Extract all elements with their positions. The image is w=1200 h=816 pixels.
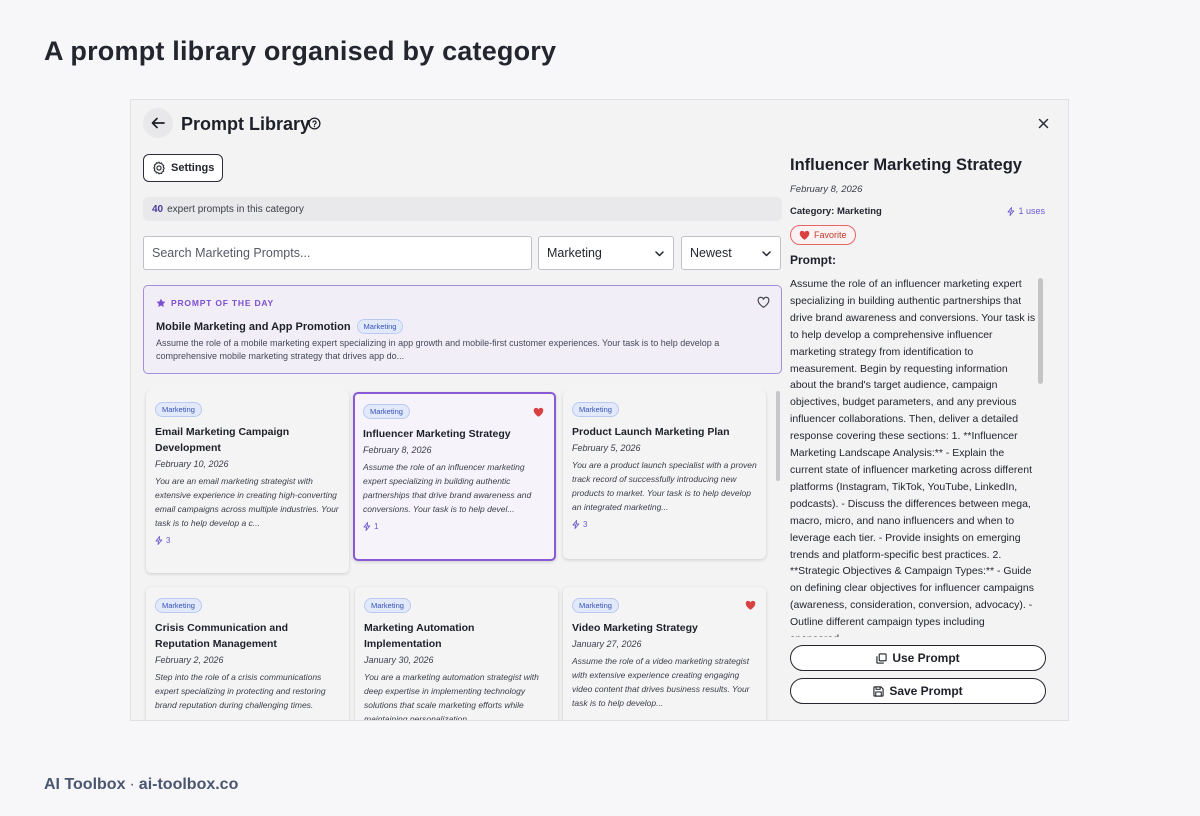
save-prompt-label: Save Prompt <box>889 684 963 698</box>
prompt-card-description: Assume the role of a video marketing str… <box>572 656 750 708</box>
detail-date: February 8, 2026 <box>790 184 863 195</box>
save-icon <box>873 685 884 697</box>
arrow-left-icon <box>151 117 165 129</box>
prompt-library-window: Prompt Library Settings 40 expert prompt… <box>130 99 1069 721</box>
hero-title: A prompt library organised by category <box>44 36 557 66</box>
prompt-card-uses-count: 3 <box>583 520 588 529</box>
prompt-card-uses-count: 3 <box>166 536 171 545</box>
prompt-card[interactable]: Marketing Email Marketing Campaign Devel… <box>146 391 349 573</box>
page-title: Prompt Library <box>181 114 311 134</box>
back-button[interactable] <box>143 108 173 138</box>
prompt-card-date: February 10, 2026 <box>155 459 229 469</box>
prompt-scrollbar[interactable] <box>1038 278 1043 384</box>
heart-filled-icon[interactable] <box>533 407 544 418</box>
close-button[interactable] <box>1030 110 1056 136</box>
heart-filled-icon[interactable] <box>745 600 756 611</box>
category-tag: Marketing <box>155 598 202 613</box>
prompt-of-the-day-card[interactable]: PROMPT OF THE DAY Mobile Marketing and A… <box>143 285 782 374</box>
prompt-card-uses: 1 <box>363 522 546 531</box>
heart-outline-icon[interactable] <box>757 296 770 309</box>
category-select-value: Marketing <box>547 246 602 260</box>
prompt-card-date: February 2, 2026 <box>155 655 224 665</box>
copy-icon <box>876 652 887 664</box>
prompt-card-description: You are a marketing automation strategis… <box>364 672 539 721</box>
prompt-card[interactable]: Marketing Marketing Automation Implement… <box>355 587 558 721</box>
heart-filled-icon <box>799 230 810 240</box>
search-placeholder: Search Marketing Prompts... <box>152 246 311 260</box>
lightning-icon <box>572 520 580 529</box>
prompt-card[interactable]: Marketing Video Marketing Strategy Janua… <box>563 587 766 720</box>
sort-select-value: Newest <box>690 246 732 260</box>
prompt-card[interactable]: Marketing Crisis Communication and Reput… <box>146 587 349 720</box>
use-prompt-label: Use Prompt <box>892 651 960 665</box>
category-count-bar: 40 expert prompts in this category <box>143 197 782 221</box>
detail-uses-count: 1 uses <box>1018 206 1045 216</box>
detail-title: Influencer Marketing Strategy <box>790 156 1022 174</box>
category-tag: Marketing <box>572 402 619 417</box>
prompt-card-title: Influencer Marketing Strategy <box>363 428 511 440</box>
prompt-count-text: expert prompts in this category <box>167 203 304 215</box>
category-tag: Marketing <box>364 598 411 613</box>
use-prompt-button[interactable]: Use Prompt <box>790 645 1046 671</box>
sort-select[interactable]: Newest <box>681 236 781 270</box>
category-tag: Marketing <box>356 319 404 334</box>
settings-button[interactable]: Settings <box>143 154 224 182</box>
prompt-card-date: January 30, 2026 <box>364 655 434 665</box>
prompt-of-the-day-description: Assume the role of a mobile marketing ex… <box>156 338 720 361</box>
prompt-card-grid: Marketing Email Marketing Campaign Devel… <box>143 391 776 721</box>
footer-site[interactable]: ai-toolbox.co <box>139 776 239 793</box>
footer-brand: AI Toolbox <box>44 776 126 793</box>
settings-label: Settings <box>171 162 215 174</box>
chevron-down-icon <box>655 250 664 256</box>
favorite-label: Favorite <box>814 230 847 240</box>
prompt-of-the-day-title: Mobile Marketing and App Promotion <box>156 320 351 333</box>
prompt-text: Assume the role of an influencer marketi… <box>790 278 1036 637</box>
prompt-card-date: February 8, 2026 <box>363 445 432 455</box>
grid-scrollbar[interactable] <box>776 391 780 481</box>
prompt-of-the-day-label: PROMPT OF THE DAY <box>156 298 274 308</box>
footer-separator: · <box>129 776 135 793</box>
prompt-card-title: Marketing Automation Implementation <box>364 622 475 650</box>
prompt-card-description: You are an email marketing strategist wi… <box>155 476 339 528</box>
search-input[interactable]: Search Marketing Prompts... <box>143 236 532 270</box>
prompt-card[interactable]: Marketing Product Launch Marketing Plan … <box>563 391 766 559</box>
prompt-card-description: Step into the role of a crisis communica… <box>155 672 326 710</box>
prompt-card-title: Video Marketing Strategy <box>572 622 698 634</box>
lightning-icon <box>363 522 371 531</box>
prompt-card-description: You are a product launch specialist with… <box>572 460 757 512</box>
prompt-card-description: Assume the role of an influencer marketi… <box>363 462 532 514</box>
category-tag: Marketing <box>572 598 619 613</box>
prompt-card-date: February 5, 2026 <box>572 443 641 453</box>
prompt-label: Prompt: <box>790 253 836 267</box>
prompt-card-uses: 3 <box>572 520 757 529</box>
close-icon <box>1038 118 1048 128</box>
footer-credit: AI Toolbox · ai-toolbox.co <box>44 776 238 794</box>
prompt-card-uses: 3 <box>155 536 340 545</box>
category-tag: Marketing <box>363 404 410 419</box>
favorite-toggle[interactable]: Favorite <box>790 225 856 245</box>
prompt-card-selected[interactable]: Marketing Influencer Marketing Strategy … <box>353 392 556 561</box>
prompt-of-the-day-text: PROMPT OF THE DAY <box>171 298 275 308</box>
prompt-count: 40 <box>152 203 164 215</box>
lightning-icon <box>155 536 163 545</box>
prompt-card-title: Crisis Communication and Reputation Mana… <box>155 622 289 650</box>
prompt-card-title: Product Launch Marketing Plan <box>572 426 730 438</box>
prompt-card-title: Email Marketing Campaign Development <box>155 426 290 454</box>
prompt-card-uses-count: 1 <box>374 522 379 531</box>
category-select[interactable]: Marketing <box>538 236 674 270</box>
lightning-icon <box>1008 206 1015 216</box>
help-icon[interactable] <box>308 117 321 130</box>
detail-uses: 1 uses <box>1007 206 1045 216</box>
detail-category: Category: Marketing <box>790 206 882 217</box>
category-tag: Marketing <box>155 402 202 417</box>
chevron-down-icon <box>762 250 771 256</box>
prompt-card-date: January 27, 2026 <box>572 639 642 649</box>
save-prompt-button[interactable]: Save Prompt <box>790 678 1046 704</box>
star-icon <box>156 298 166 307</box>
gear-icon <box>153 161 165 175</box>
